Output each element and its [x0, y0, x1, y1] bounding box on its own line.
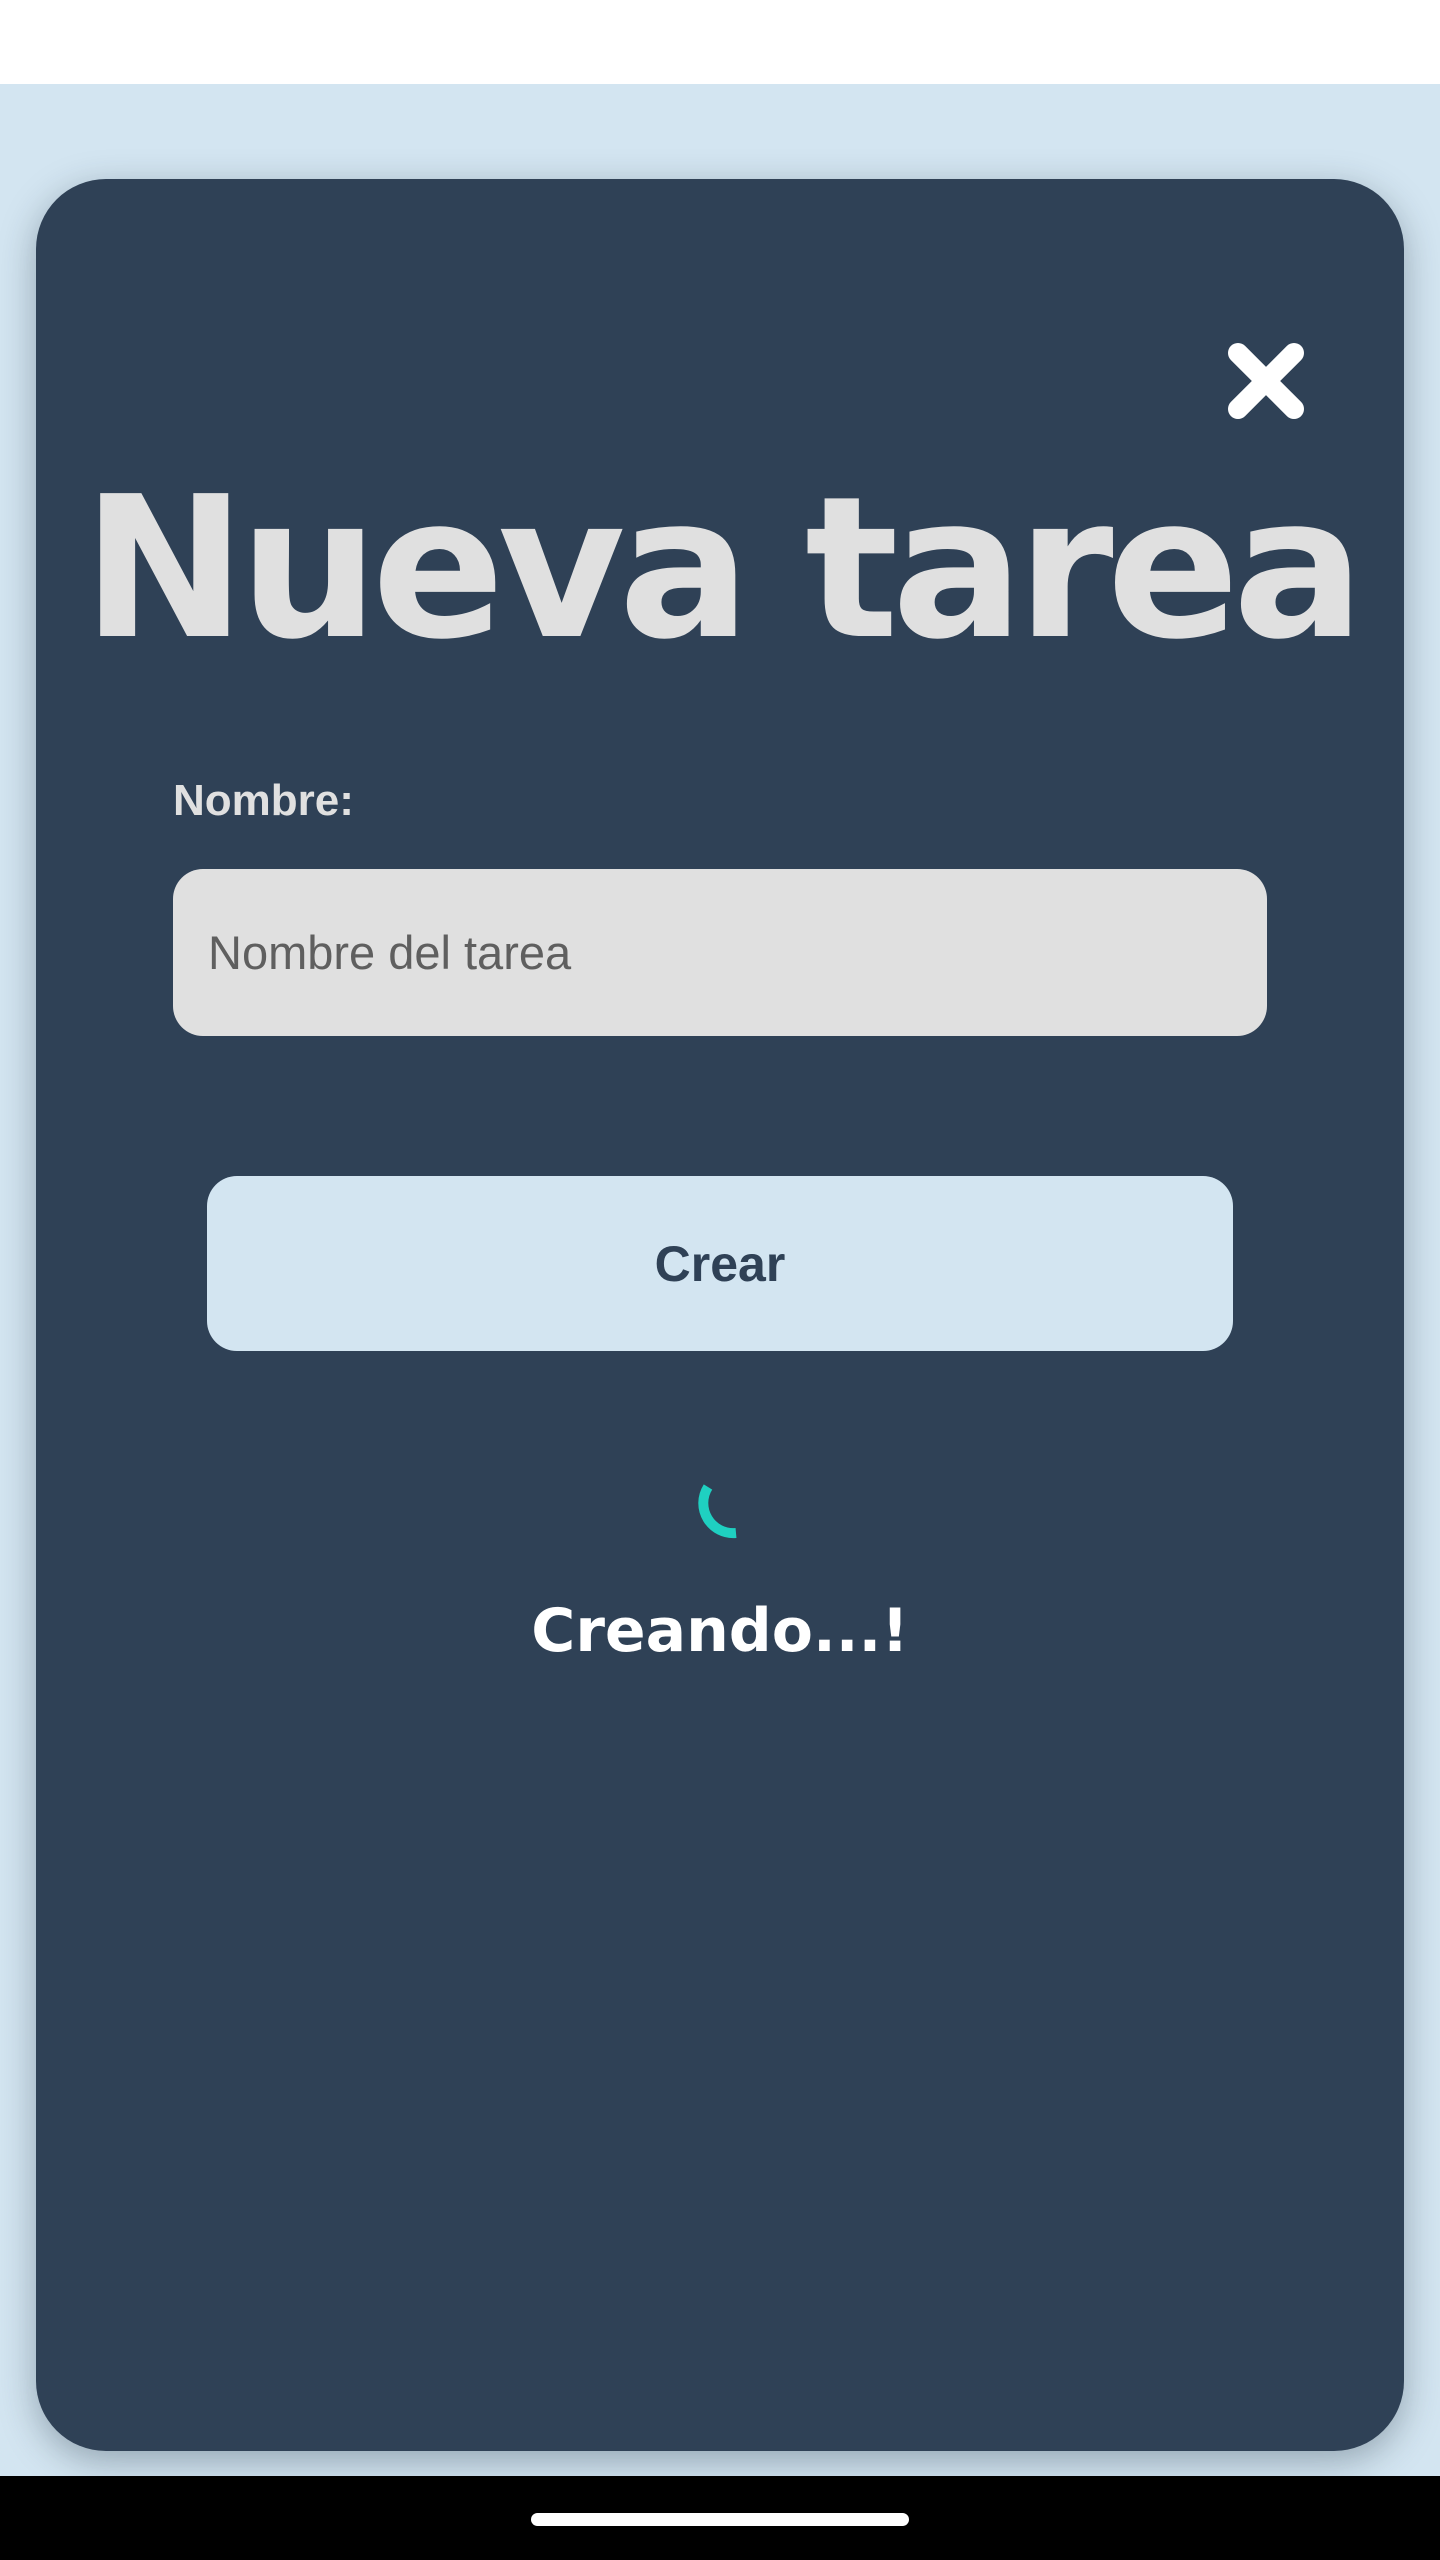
- create-button[interactable]: Crear: [207, 1176, 1233, 1351]
- system-navigation-bar: [0, 2476, 1440, 2560]
- spinner-icon: [698, 1484, 737, 1539]
- creating-status-text: Creando...!: [531, 1596, 909, 1666]
- status-bar: [0, 0, 1440, 84]
- task-name-input[interactable]: [173, 869, 1267, 1036]
- close-icon: [1228, 343, 1304, 419]
- home-indicator[interactable]: [531, 2513, 909, 2526]
- loading-spinner: [656, 1449, 784, 1577]
- dialog-title: Nueva tarea: [82, 455, 1365, 683]
- name-field-label: Nombre:: [173, 776, 354, 825]
- close-button[interactable]: [1218, 333, 1314, 429]
- new-task-dialog: Nueva tarea Nombre: Crear Creando...!: [36, 179, 1404, 2451]
